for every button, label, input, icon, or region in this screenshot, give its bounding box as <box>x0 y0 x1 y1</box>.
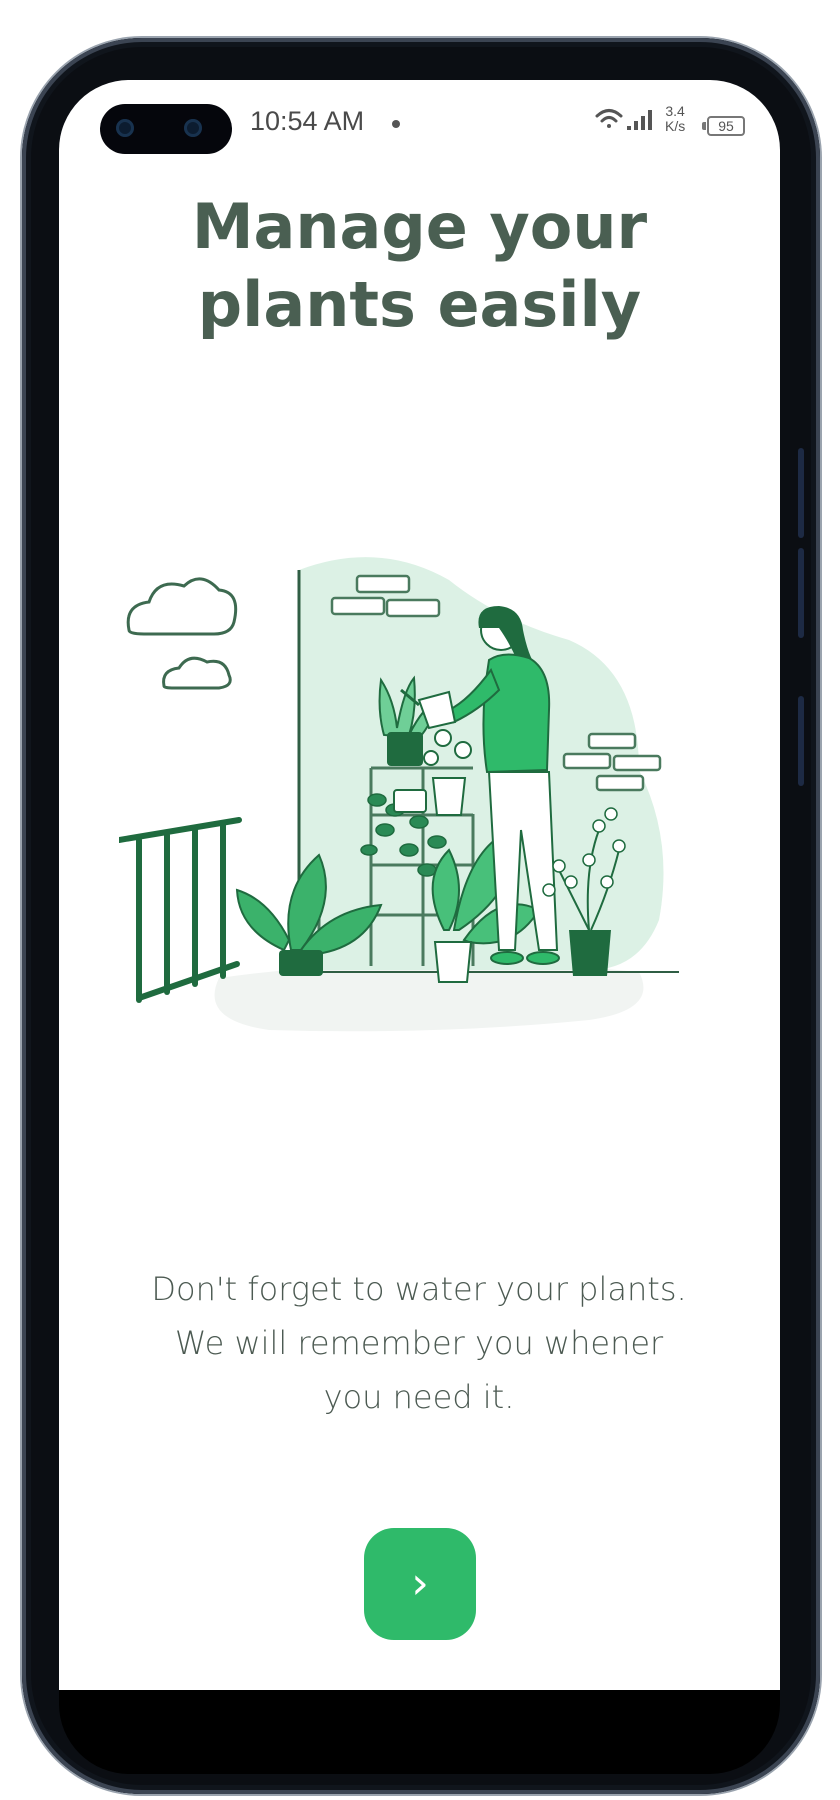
side-button-volume-up <box>798 548 804 638</box>
page-title-line2: plants easily <box>197 268 642 341</box>
front-camera-lens <box>184 119 202 137</box>
status-time: 10:54 AM <box>250 106 365 136</box>
signal-icon <box>627 110 652 130</box>
network-speed-unit: K/s <box>665 118 686 134</box>
description-line2: We will remember you whener <box>174 1324 664 1362</box>
status-icons <box>595 109 652 130</box>
next-button[interactable]: › <box>364 1528 476 1640</box>
battery-tip <box>702 122 706 130</box>
front-camera-lens <box>116 119 134 137</box>
app-screen: 10:54 AM 3.4 K/s 95 Manage your plants e… <box>59 80 780 1690</box>
side-button-volume-down <box>798 696 804 786</box>
battery-icon: 95 <box>707 116 745 136</box>
network-speed-value: 3.4 <box>665 103 685 119</box>
wifi-icon <box>595 109 623 128</box>
notification-dot <box>392 120 400 128</box>
camera-cutout <box>100 104 232 154</box>
page-title-line1: Manage your <box>191 190 648 263</box>
side-button-power <box>798 448 804 538</box>
chevron-right-icon: › <box>411 1558 429 1609</box>
network-speed: 3.4 K/s <box>665 104 685 134</box>
status-bar: 10:54 AM 3.4 K/s 95 <box>59 80 780 160</box>
description-line1: Don't forget to water your plants. <box>151 1270 687 1308</box>
page-title: Manage your plants easily <box>59 188 780 344</box>
phone-bottom-bezel <box>59 1690 780 1774</box>
onboarding-description: Don't forget to water your plants. We wi… <box>149 1262 689 1424</box>
description-line3: you need it. <box>323 1378 515 1416</box>
woman-watering-plants-illustration <box>119 557 679 1032</box>
